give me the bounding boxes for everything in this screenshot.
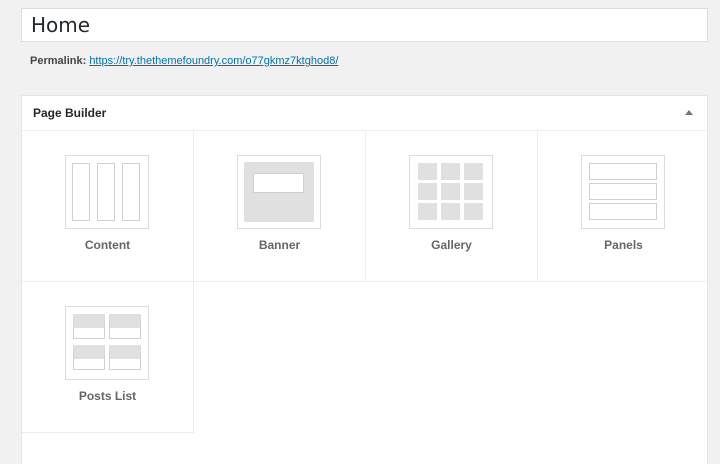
banner-layout-icon [237, 155, 321, 229]
page-builder-panel: Page Builder Content Banner Gallery Pane… [21, 95, 709, 464]
page-builder-title: Page Builder [33, 106, 107, 120]
tile-label: Panels [604, 238, 643, 252]
page-builder-header[interactable]: Page Builder [22, 96, 707, 131]
tile-label: Posts List [78, 389, 137, 403]
collapse-arrow-icon[interactable] [685, 110, 693, 115]
panels-layout-icon [581, 155, 665, 229]
posts-list-layout-icon [65, 306, 149, 380]
permalink-label: Permalink: [30, 55, 87, 67]
tile-gallery[interactable]: Gallery [366, 131, 538, 282]
permalink-link[interactable]: https://try.thethemefoundry.com/o77gkmz7… [89, 55, 338, 67]
tile-banner[interactable]: Banner [194, 131, 366, 282]
permalink-row: Permalink: https://try.thethemefoundry.c… [30, 55, 338, 67]
content-layout-icon [65, 155, 149, 229]
tile-label: Gallery [431, 238, 472, 252]
post-title-input[interactable] [21, 8, 708, 42]
tile-label: Content [84, 238, 131, 252]
tile-panels[interactable]: Panels [538, 131, 709, 282]
tile-label: Banner [258, 238, 301, 252]
tile-content[interactable]: Content [22, 131, 194, 282]
tile-posts-list[interactable]: Posts List [22, 282, 194, 433]
gallery-layout-icon [409, 155, 493, 229]
